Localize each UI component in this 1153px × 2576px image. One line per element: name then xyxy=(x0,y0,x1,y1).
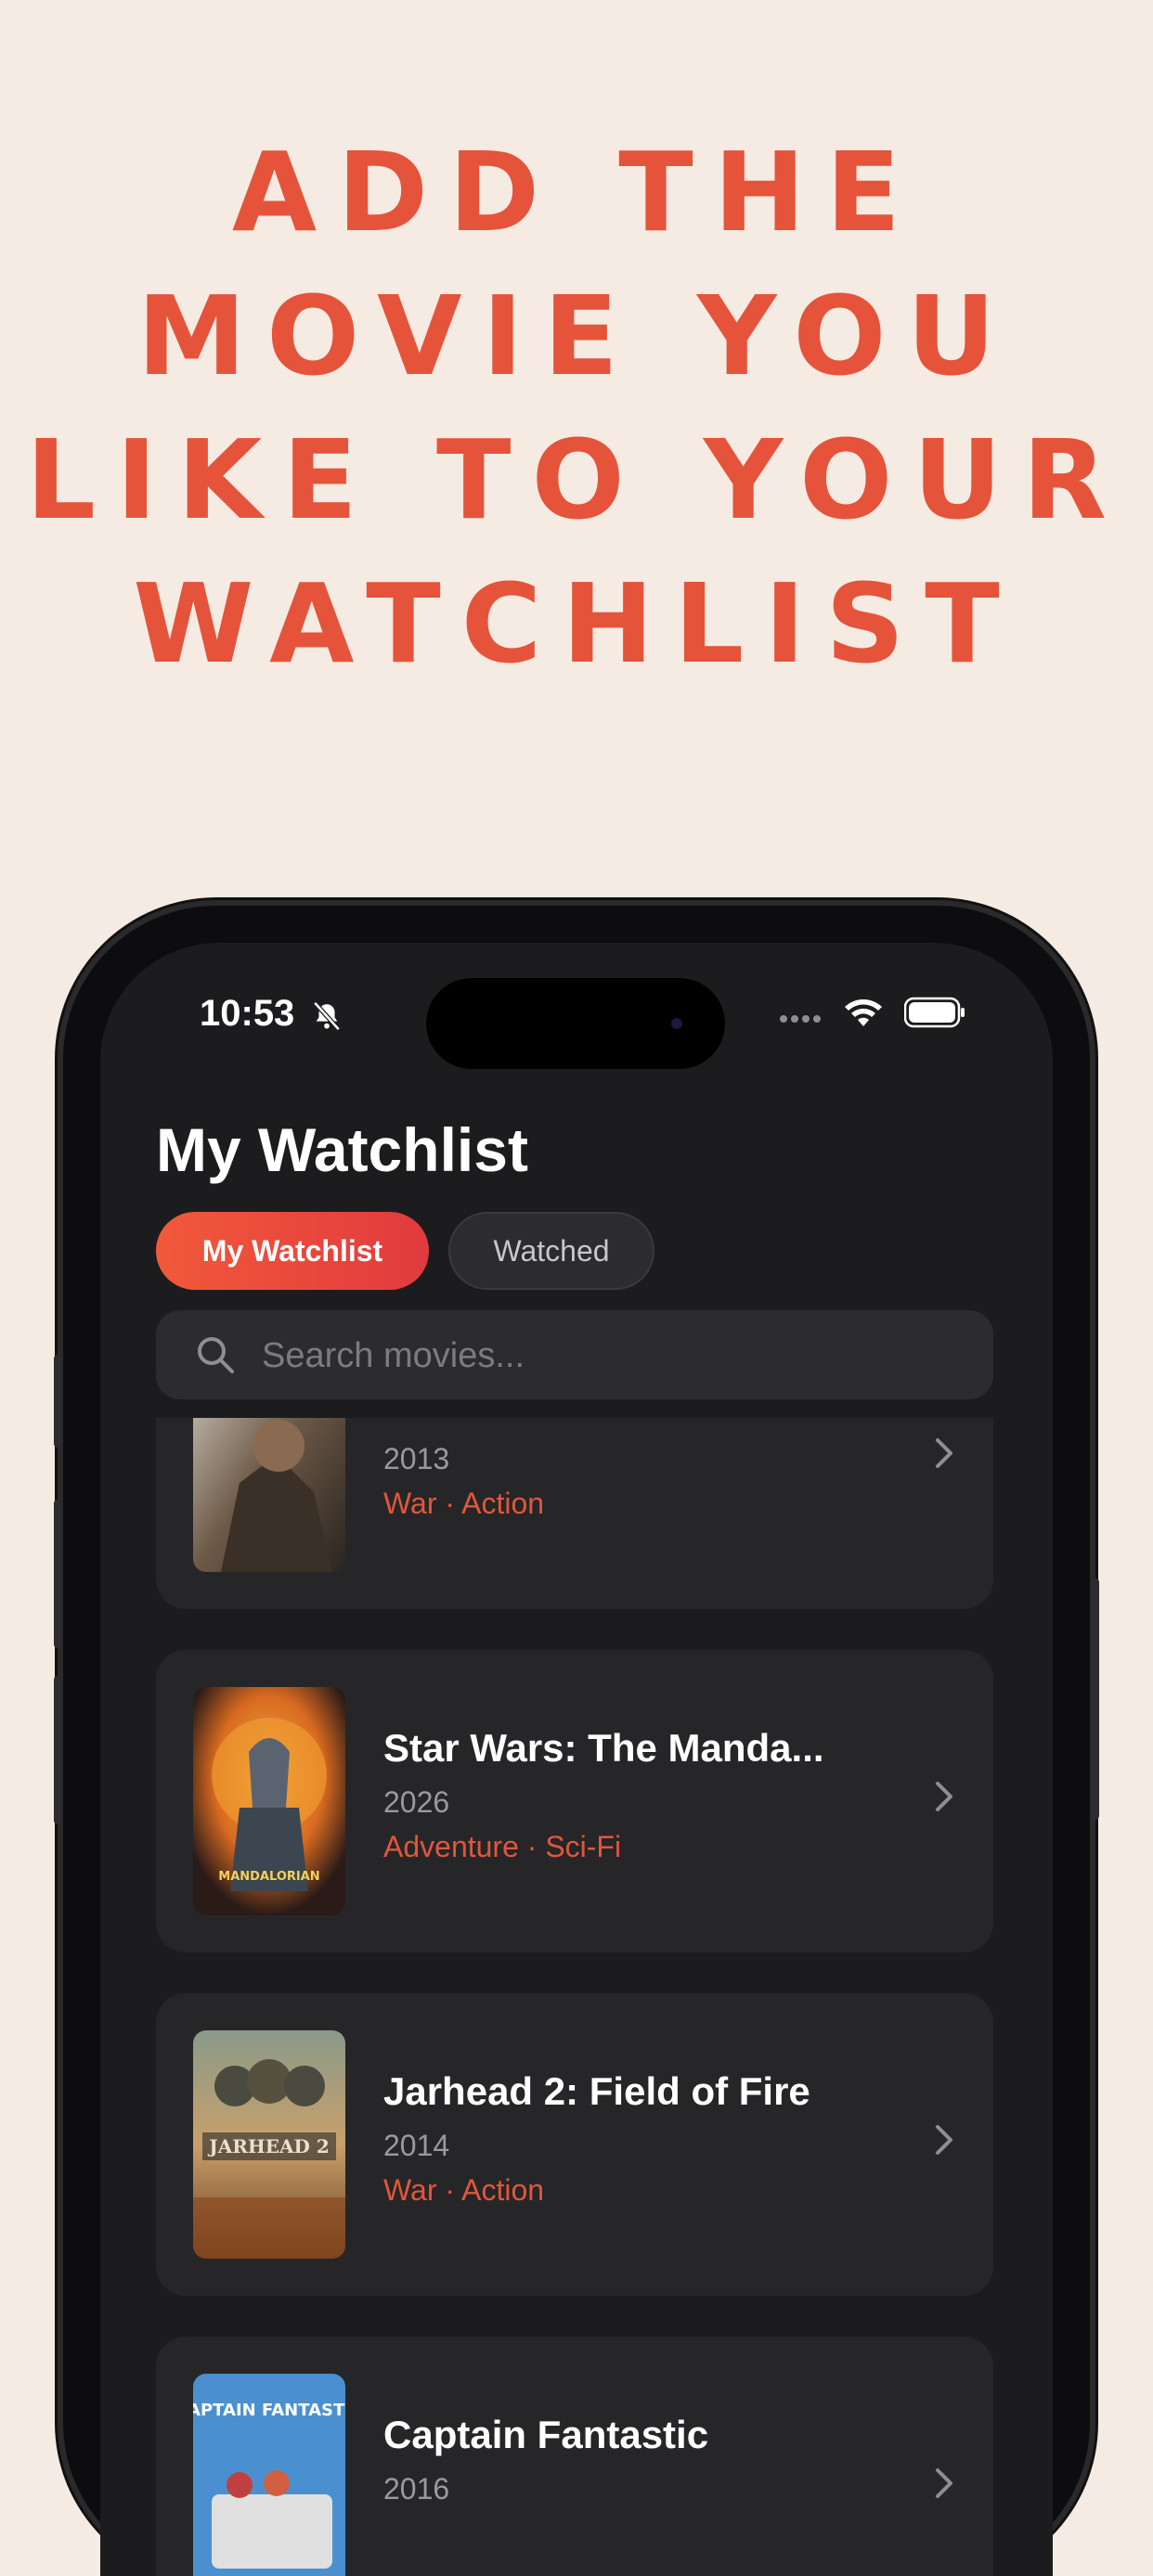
svg-text:MANDALORIAN: MANDALORIAN xyxy=(218,1870,319,1884)
tab-watched[interactable]: Watched xyxy=(448,1212,654,1290)
movie-year: 2016 xyxy=(383,2472,450,2505)
status-bar: 10:53 xyxy=(100,943,1053,1082)
headline-line-4: WATCHLIST xyxy=(133,560,1020,688)
chevron-right-icon xyxy=(936,2468,952,2498)
tab-my-watchlist[interactable]: My Watchlist xyxy=(156,1212,429,1290)
movie-card[interactable]: MANDALORIAN Star Wars: The Manda... 2026… xyxy=(156,1650,993,1952)
chevron-right-icon xyxy=(936,1438,952,1468)
chevron-right-icon xyxy=(936,2125,952,2155)
movie-poster xyxy=(193,1418,345,1572)
battery-icon xyxy=(904,997,965,1028)
power-button xyxy=(1092,1578,1099,1820)
action-button xyxy=(54,1355,61,1448)
headline-line-2: MOVIE YOU xyxy=(136,272,1017,400)
movie-title: Star Wars: The Manda... xyxy=(383,1726,824,1770)
movie-title: Jarhead 2: Field of Fire xyxy=(383,2069,810,2113)
movie-poster: JARHEAD 2 xyxy=(193,2030,345,2259)
promo-headline: ADD THE MOVIE YOU LIKE TO YOUR WATCHLIST xyxy=(0,121,1153,696)
movie-genres: War · Action xyxy=(383,1487,545,1520)
search-input[interactable] xyxy=(260,1310,969,1401)
movie-card[interactable]: 2013 War · Action xyxy=(156,1418,993,1609)
camera-dot xyxy=(671,1018,682,1029)
page-title: My Watchlist xyxy=(156,1115,528,1184)
headline-line-3: LIKE TO YOUR xyxy=(25,416,1128,544)
bell-slash-icon xyxy=(313,1001,341,1031)
volume-down-button xyxy=(54,1676,61,1824)
app-screen: 10:53 My Watchlist My Watchlist Watched … xyxy=(100,943,1053,2576)
movie-genres: War · Action xyxy=(383,2173,545,2207)
volume-up-button xyxy=(54,1500,61,1648)
movie-genres: Adventure · Sci-Fi xyxy=(383,1830,622,1863)
signal-icon xyxy=(780,1015,821,1023)
chevron-right-icon xyxy=(936,1782,952,1811)
movie-year: 2014 xyxy=(383,2129,450,2162)
movie-year: 2026 xyxy=(383,1785,450,1819)
movie-list[interactable]: 2013 War · Action MANDALORIAN Star Wars:… xyxy=(100,1418,1053,2576)
movie-poster: MANDALORIAN xyxy=(193,1687,345,1915)
search-icon xyxy=(198,1337,234,1373)
headline-line-1: ADD THE xyxy=(231,128,922,256)
svg-text:CAPTAIN FANTASTIC: CAPTAIN FANTASTIC xyxy=(193,2401,345,2420)
wifi-icon xyxy=(845,999,882,1026)
movie-card[interactable]: CAPTAIN FANTASTIC Captain Fantastic 2016 xyxy=(156,2337,993,2576)
svg-text:JARHEAD 2: JARHEAD 2 xyxy=(207,2135,329,2157)
movie-poster: CAPTAIN FANTASTIC xyxy=(193,2374,345,2576)
movie-title: Captain Fantastic xyxy=(383,2413,709,2456)
dynamic-island xyxy=(426,978,725,1069)
search-bar[interactable] xyxy=(156,1310,993,1401)
status-time: 10:53 xyxy=(200,993,295,1034)
movie-year: 2013 xyxy=(383,1442,450,1475)
phone-frame: 10:53 My Watchlist My Watchlist Watched … xyxy=(54,906,1099,2576)
movie-card[interactable]: JARHEAD 2 Jarhead 2: Field of Fire 2014 … xyxy=(156,1993,993,2296)
